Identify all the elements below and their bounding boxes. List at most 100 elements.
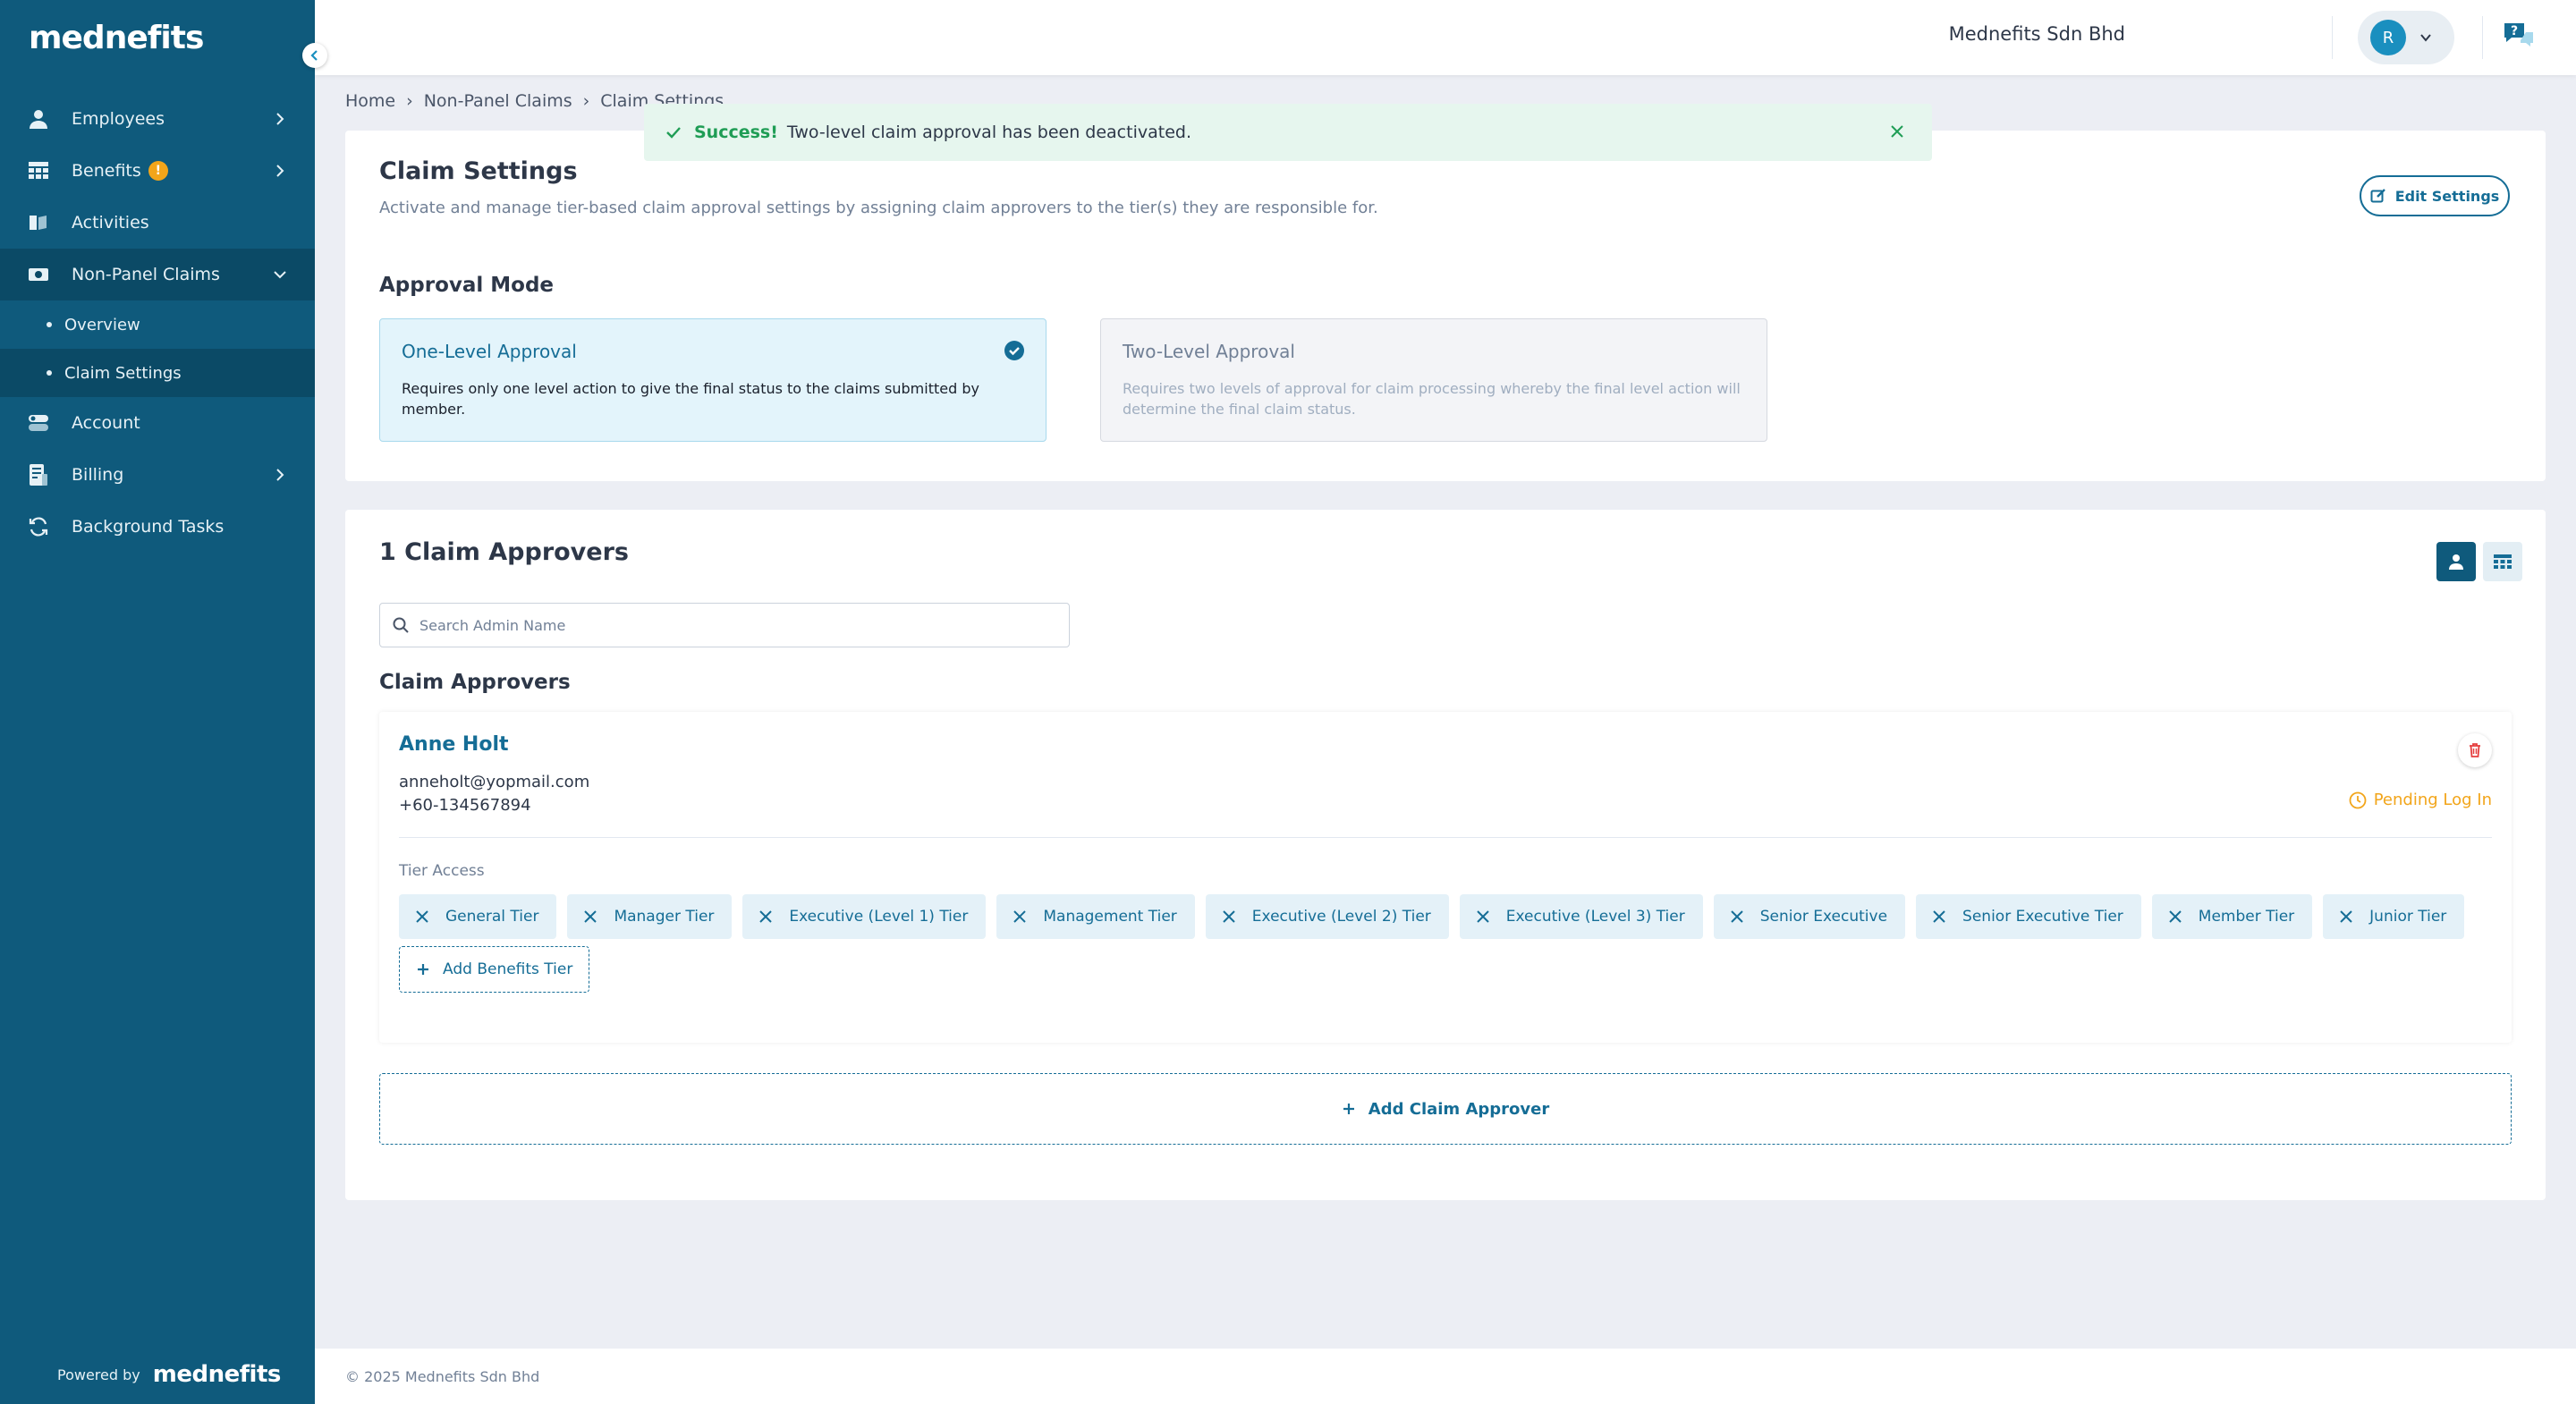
remove-icon[interactable] [1932,909,1946,924]
status-label: Pending Log In [2373,791,2492,809]
add-benefits-tier-label: Add Benefits Tier [443,960,573,978]
tier-chip: Executive (Level 3) Tier [1459,894,1703,939]
sidebar-item-employees[interactable]: Employees [0,93,315,145]
page-description: Activate and manage tier-based claim app… [379,199,1378,217]
edit-icon [2370,189,2385,203]
remove-icon[interactable] [1222,909,1236,924]
tier-chip: Manager Tier [567,894,733,939]
tier-chip-label: Junior Tier [2369,908,2447,926]
chevron-right-icon [276,113,284,125]
tier-chip: Junior Tier [2323,894,2465,939]
claim-settings-card: Claim Settings Activate and manage tier-… [345,131,2546,481]
remove-icon[interactable] [2339,909,2353,924]
bullet-icon [47,370,52,376]
billing-icon [27,463,50,486]
clock-icon [2349,791,2367,808]
remove-icon[interactable] [415,909,429,924]
avatar: R [2370,20,2406,55]
two-level-approval-option[interactable]: Two-Level Approval Requires two levels o… [1100,318,1767,442]
sidebar-item-account[interactable]: Account [0,397,315,449]
remove-icon[interactable] [758,909,773,924]
one-level-approval-option[interactable]: One-Level Approval Requires only one lev… [379,318,1046,442]
trash-icon [2470,743,2480,757]
breadcrumb-separator: › [582,91,590,111]
tier-chip-label: Manager Tier [614,908,715,926]
remove-icon[interactable] [1013,909,1027,924]
chevron-right-icon [276,469,284,481]
sidebar-item-label: Billing [72,465,124,485]
mode-description: Requires only one level action to give t… [402,380,979,418]
add-benefits-tier-button[interactable]: Add Benefits Tier [399,946,590,993]
sidebar-nav: Employees Benefits! Activities Non-Panel… [0,93,315,553]
user-menu-button[interactable]: R [2358,11,2454,64]
tier-chip-label: Executive (Level 1) Tier [789,908,969,926]
powered-by: Powered by mednefits [57,1361,281,1388]
sidebar-item-benefits[interactable]: Benefits! [0,145,315,197]
remove-icon[interactable] [1730,909,1744,924]
tier-chip-label: Senior Executive [1759,908,1888,926]
mode-description: Requires two levels of approval for clai… [1123,380,1741,418]
remove-icon[interactable] [1476,909,1490,924]
help-button[interactable]: ? [2501,20,2537,55]
refresh-icon [27,515,50,538]
sidebar-item-non-panel-claims[interactable]: Non-Panel Claims [0,249,315,300]
chevron-down-icon [2420,34,2431,42]
success-toast: Success! Two-level claim approval has be… [644,104,1932,161]
remove-icon[interactable] [583,909,597,924]
chevron-left-icon [310,50,318,61]
sidebar-item-label: Account [72,413,140,433]
sidebar-item-billing[interactable]: Billing [0,449,315,501]
toast-message: Two-level claim approval has been deacti… [786,123,1191,142]
breadcrumb-home[interactable]: Home [345,91,395,111]
remove-icon[interactable] [2168,909,2182,924]
sidebar: mednefits Employees Benefits! Activities [0,0,315,1404]
table-icon [2494,554,2512,569]
help-chat-icon: ? [2504,23,2533,47]
tier-chip-label: Executive (Level 2) Tier [1251,908,1431,926]
table-view-toggle[interactable] [2483,542,2522,581]
powered-by-label: Powered by [57,1366,140,1383]
breadcrumb-separator: › [406,91,413,111]
approval-mode-label: Approval Mode [379,274,555,297]
topbar-divider [2332,16,2333,59]
toast-status: Success! [694,123,778,142]
check-circle-icon [1004,341,1024,360]
mednefits-footer-logo: mednefits [152,1361,282,1388]
approvers-count-title: 1 Claim Approvers [379,538,629,566]
add-claim-approver-button[interactable]: Add Claim Approver [379,1073,2512,1145]
tier-chip: Senior Executive Tier [1916,894,2141,939]
sidebar-item-label: Non-Panel Claims [72,265,220,284]
edit-settings-label: Edit Settings [2394,187,2500,205]
topbar: Mednefits Sdn Bhd R ? [315,0,2576,75]
search-admin-field[interactable] [379,603,1070,647]
sidebar-subitem-claim-settings[interactable]: Claim Settings [0,349,315,397]
card-view-toggle[interactable] [2436,542,2476,581]
sidebar-subitem-label: Overview [64,315,140,334]
sidebar-item-label: Background Tasks [72,517,225,537]
warning-badge: ! [148,161,168,182]
status-badge: Pending Log In [2349,791,2492,809]
user-icon [27,107,50,131]
breadcrumb-non-panel-claims[interactable]: Non-Panel Claims [424,91,572,111]
page-title: Claim Settings [379,157,578,185]
tier-chip: Senior Executive [1713,894,1906,939]
sidebar-item-background-tasks[interactable]: Background Tasks [0,501,315,553]
claim-approvers-card: 1 Claim Approvers Claim Approvers Anne H… [345,510,2546,1200]
footer: © 2025 Mednefits Sdn Bhd [315,1349,2576,1404]
delete-approver-button[interactable] [2458,733,2492,767]
topbar-divider [2482,16,2483,59]
search-icon [393,617,409,633]
sidebar-item-activities[interactable]: Activities [0,197,315,249]
plus-icon [1343,1104,1354,1114]
sidebar-collapse-button[interactable] [302,43,327,68]
tier-chip: Management Tier [996,894,1195,939]
close-icon[interactable] [1889,123,1905,140]
sidebar-subitem-overview[interactable]: Overview [0,300,315,349]
tier-chip: General Tier [399,894,557,939]
mode-title: One-Level Approval [402,341,577,362]
book-icon [27,211,50,234]
search-admin-input[interactable] [419,616,1046,634]
mednefits-logo[interactable]: mednefits [29,20,204,56]
sidebar-item-label: Activities [72,213,149,233]
edit-settings-button[interactable]: Edit Settings [2360,175,2510,216]
